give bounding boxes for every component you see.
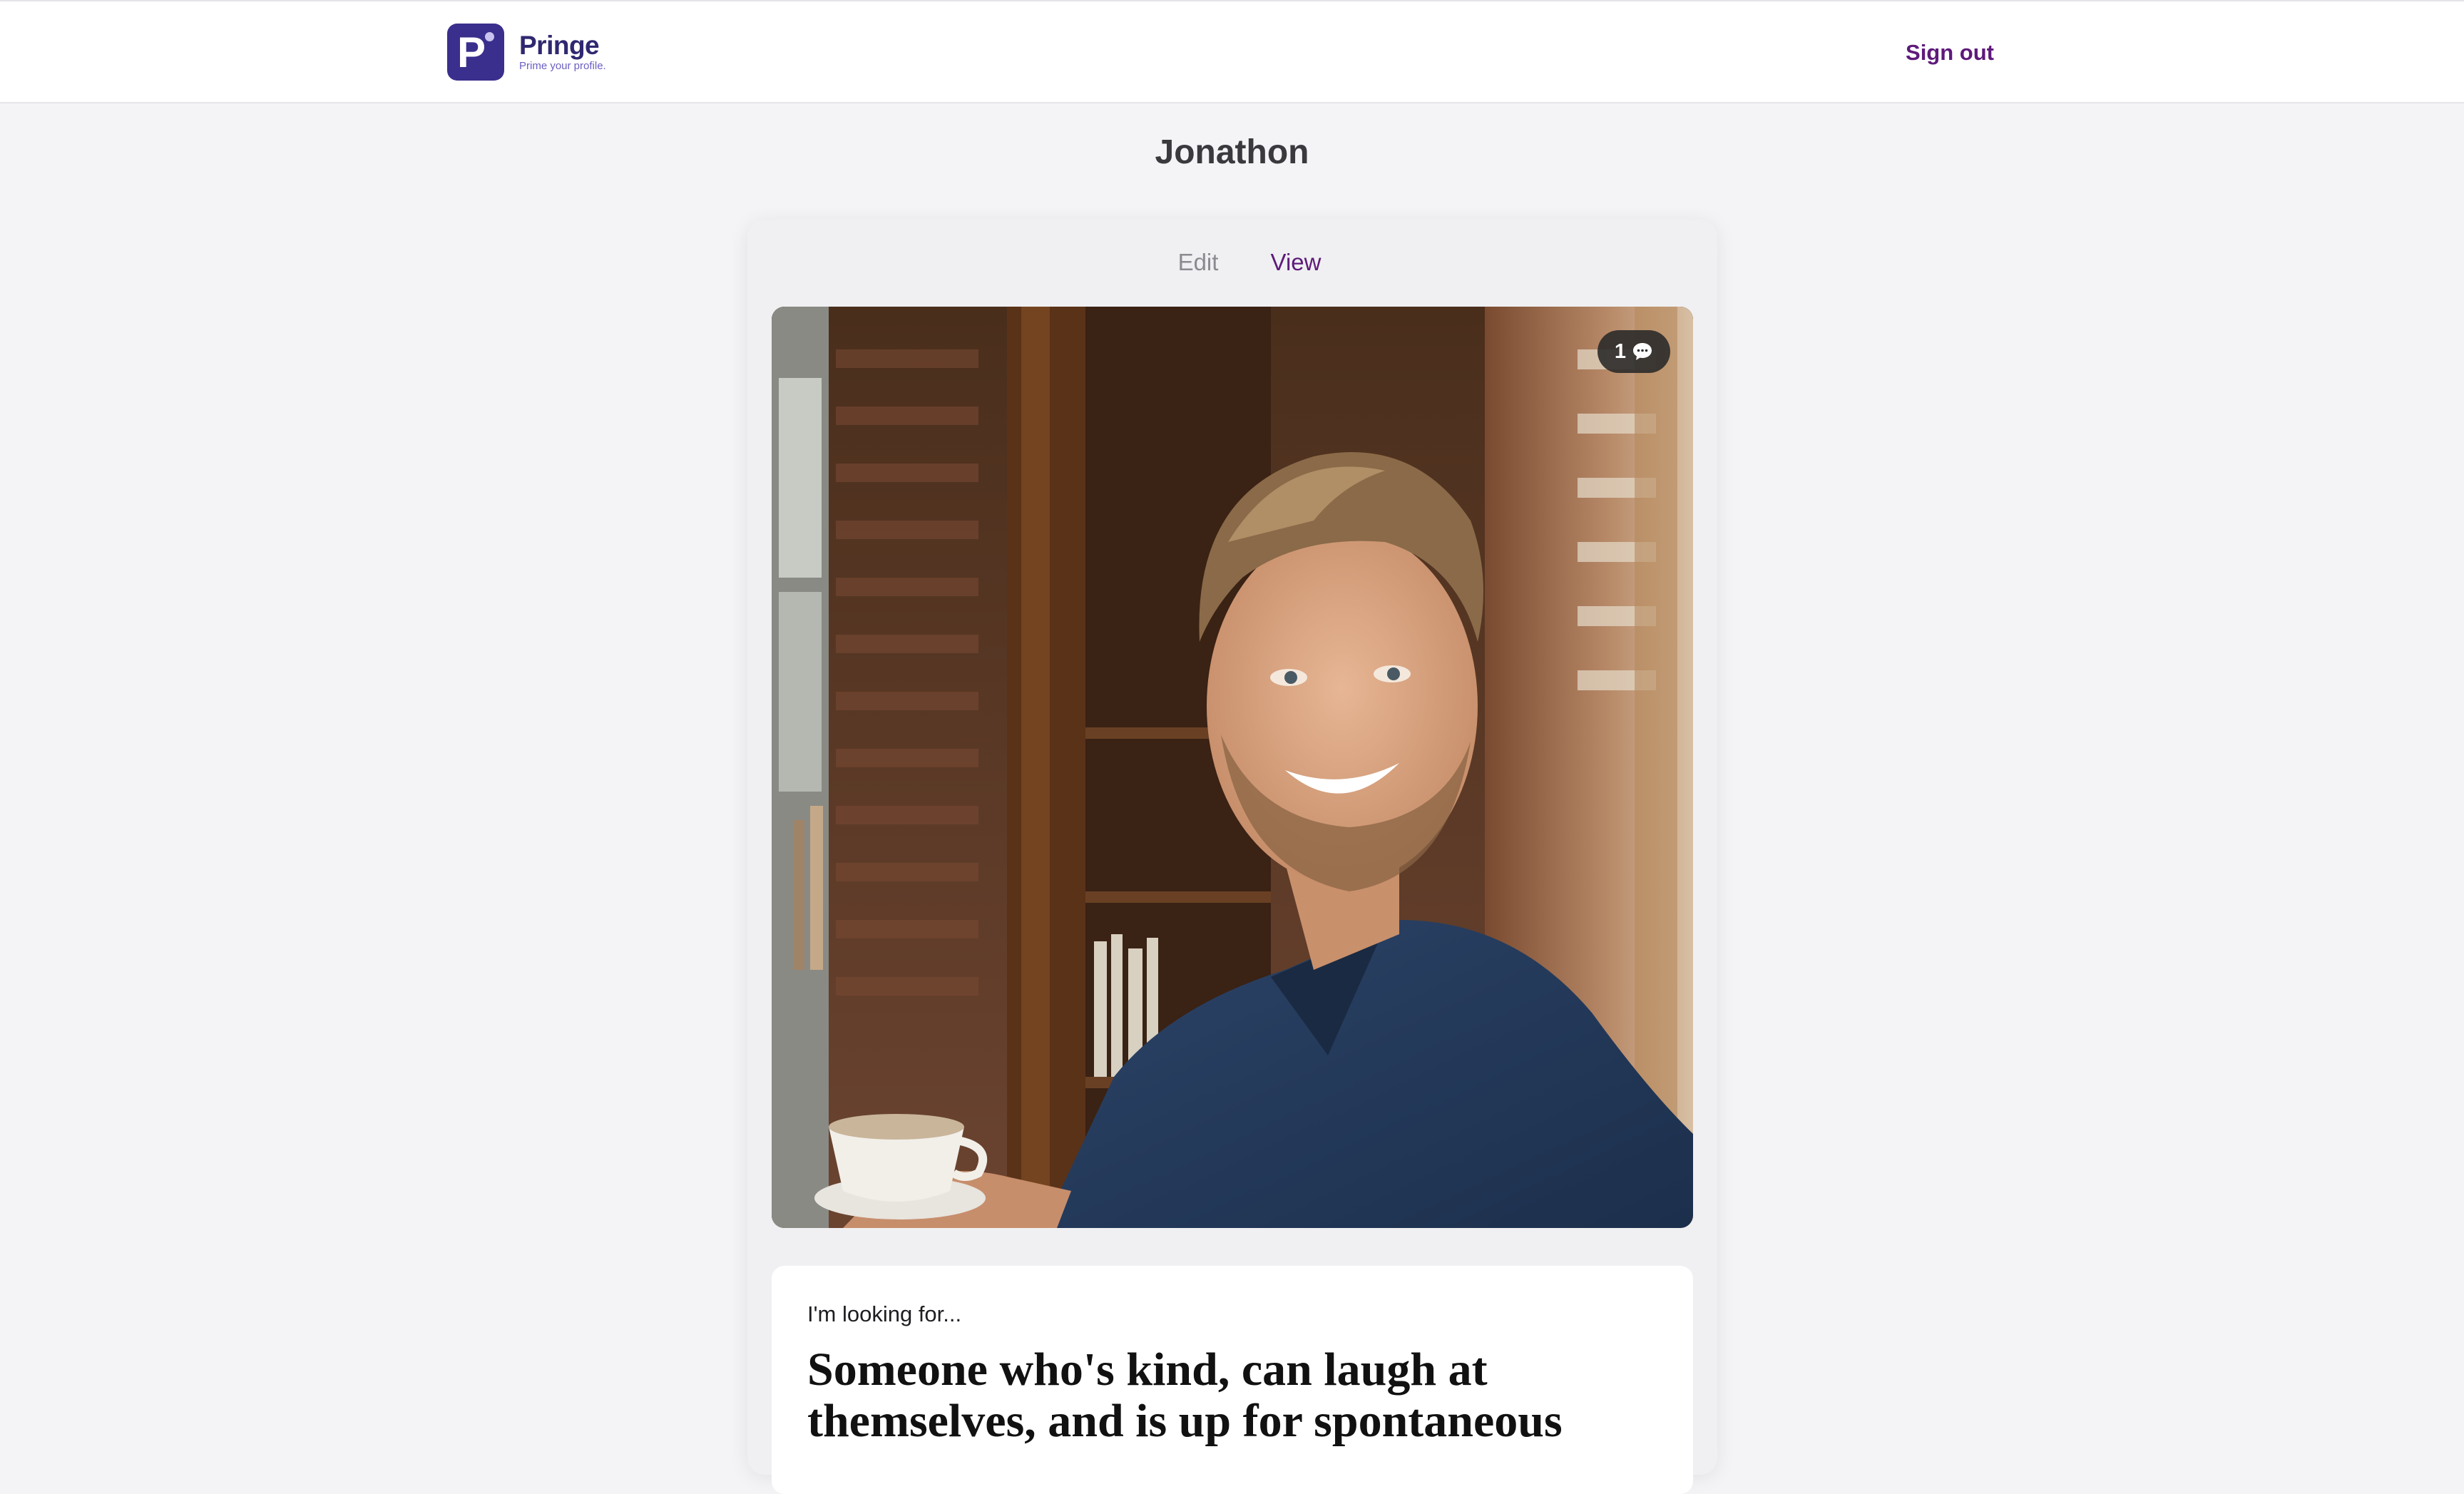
prompt-label: I'm looking for...: [807, 1301, 962, 1326]
logo-letter: P: [457, 29, 486, 76]
logo-mark-icon: P: [447, 24, 504, 81]
page-title: Jonathon: [1155, 133, 1309, 171]
profile-tabs: Edit View: [747, 220, 1717, 312]
profile-card: Edit View 1 I'm looking for... Someone w…: [747, 220, 1717, 1494]
comment-badge[interactable]: 1: [1597, 330, 1670, 373]
profile-photo[interactable]: 1: [772, 307, 1693, 1228]
tab-view[interactable]: View: [1227, 241, 1364, 312]
brand-logo[interactable]: P Pringe Prime your profile.: [447, 24, 606, 81]
sign-out-link[interactable]: Sign out: [1906, 39, 1994, 67]
top-bar: P Pringe Prime your profile. Sign out: [0, 0, 2464, 103]
speech-bubble-icon: [1633, 343, 1652, 360]
brand-text: Pringe Prime your profile.: [519, 31, 606, 73]
comment-count: 1: [1614, 340, 1627, 363]
brand-name: Pringe: [519, 31, 600, 60]
logo-dot: [485, 32, 494, 41]
prompt-card[interactable]: I'm looking for... Someone who's kind, c…: [772, 1266, 1693, 1494]
brand-tagline: Prime your profile.: [519, 60, 606, 72]
profile-photo-illustration: [772, 307, 1693, 1228]
prompt-answer: Someone who's kind, can laugh at themsel…: [807, 1344, 1563, 1447]
